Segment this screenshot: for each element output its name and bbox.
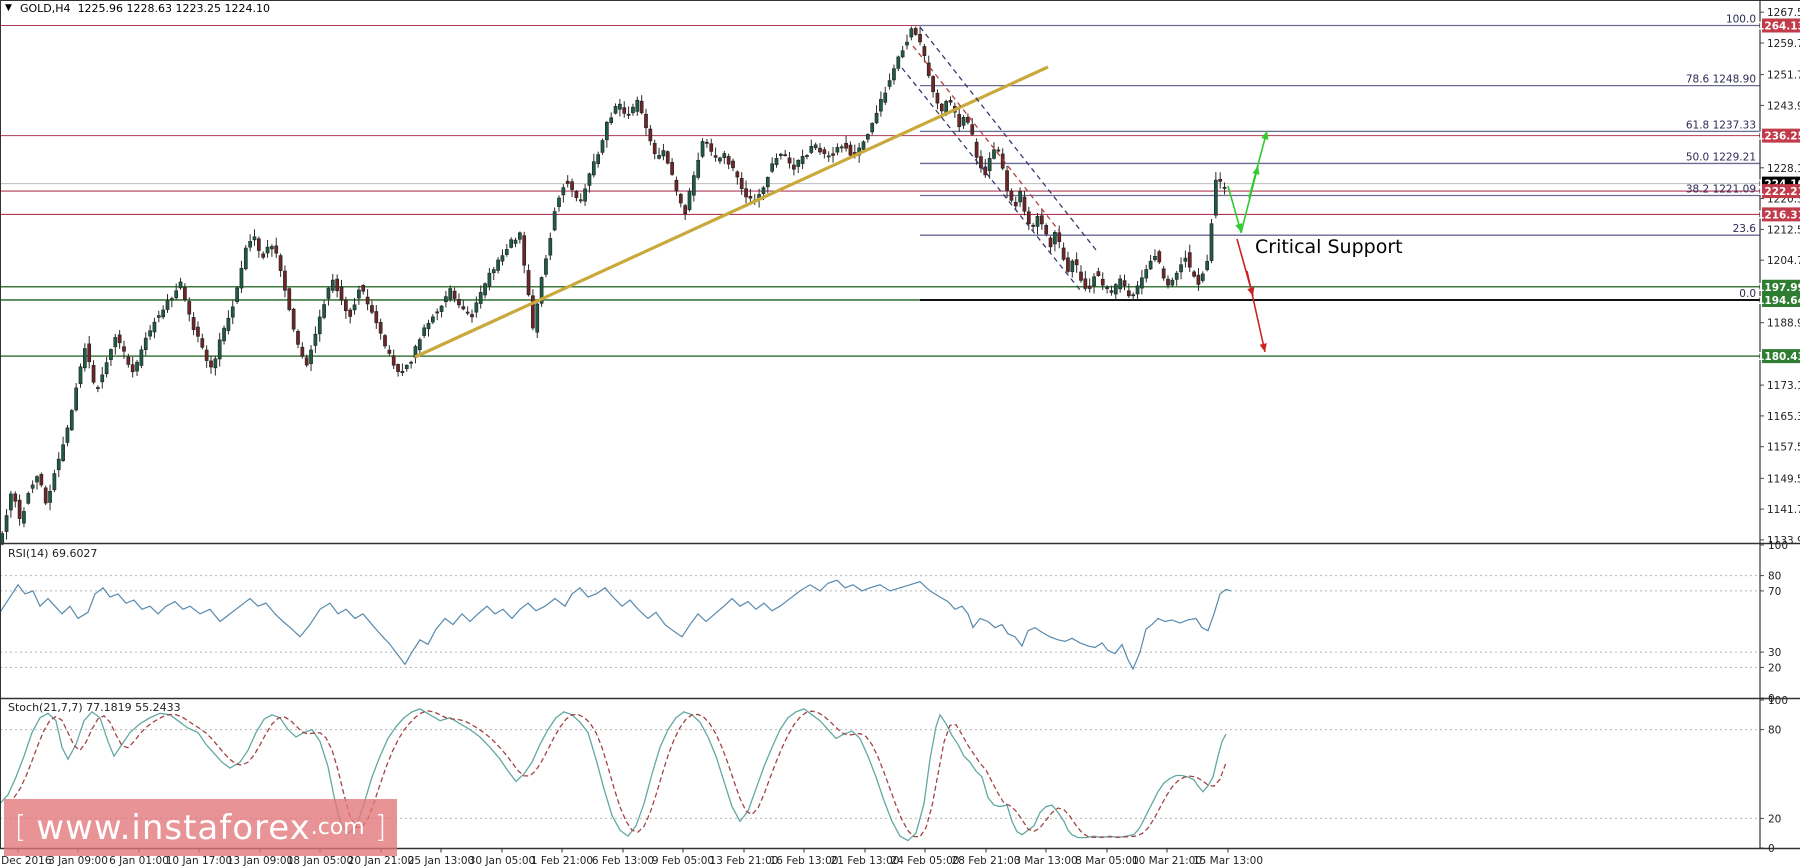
- symbol-label: GOLD,H4: [20, 2, 71, 15]
- ohlc-values: 1225.96 1228.63 1223.25 1224.10: [77, 2, 271, 15]
- watermark-bracket-close: ]: [374, 810, 387, 845]
- rsi-panel[interactable]: [0, 544, 1760, 698]
- watermark-bracket-open: [: [14, 810, 27, 845]
- stoch-indicator-label: Stoch(21,7,7) 77.1819 55.2433: [8, 701, 181, 714]
- main-chart-area[interactable]: [0, 0, 1760, 543]
- rsi-indicator-label: RSI(14) 69.6027: [8, 547, 98, 560]
- watermark-tld: .com: [310, 815, 365, 840]
- watermark-domain: www.instaforex: [36, 807, 311, 848]
- mt4-chart-window: { "window": { "title_symbol": "GOLD,H4",…: [0, 0, 1800, 868]
- critical-support-annotation: Critical Support: [1255, 236, 1403, 258]
- symbol-dropdown-caret-icon[interactable]: ▼: [5, 3, 12, 13]
- instaforex-watermark: [ www.instaforex .com ]: [4, 799, 397, 856]
- chart-title-ohlc: GOLD,H4 1225.96 1228.63 1223.25 1224.10: [20, 2, 270, 15]
- price-scale[interactable]: [1760, 0, 1800, 848]
